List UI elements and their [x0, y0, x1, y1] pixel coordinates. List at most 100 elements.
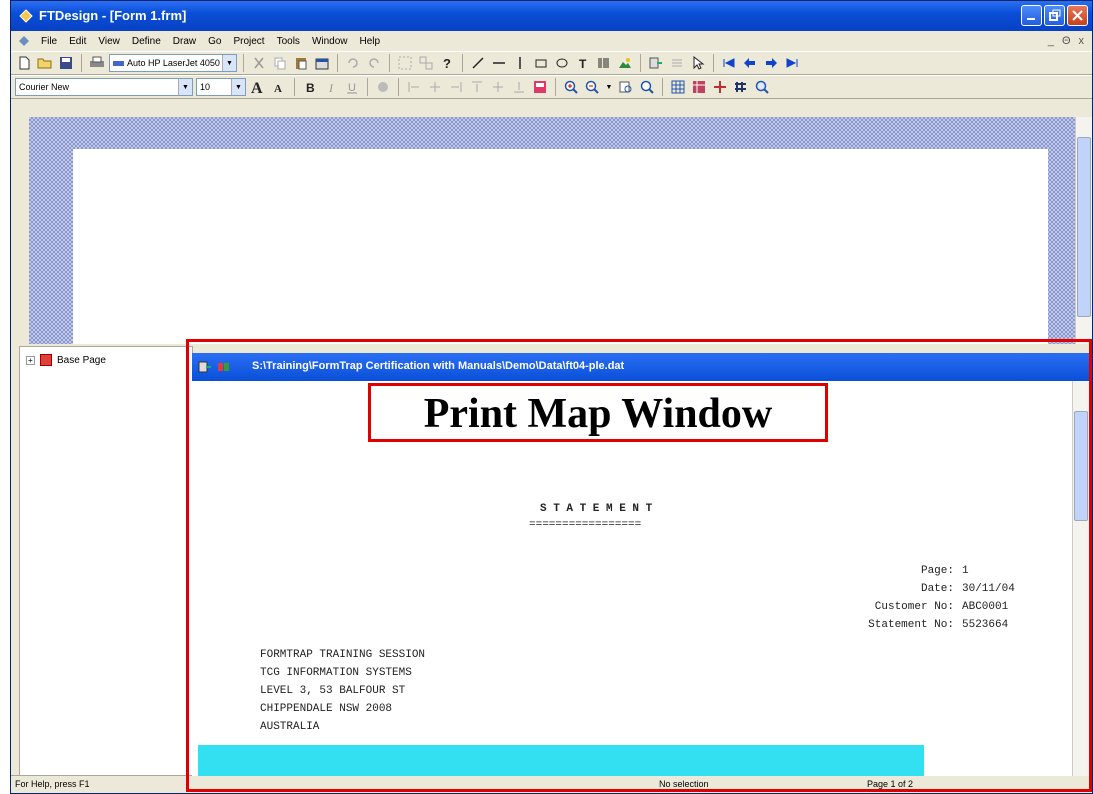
zoom-out-button[interactable] [583, 78, 601, 96]
align-right-button[interactable] [447, 78, 465, 96]
shrink-font-icon: A [274, 83, 282, 94]
help-button[interactable]: ? [438, 54, 456, 72]
design-scrollbar[interactable] [1075, 117, 1092, 344]
color-button[interactable] [374, 78, 392, 96]
mdi-restore-button[interactable]: Θ [1062, 35, 1071, 47]
align-button[interactable] [668, 54, 686, 72]
next-page-button[interactable] [762, 54, 780, 72]
zoom-in-button[interactable] [562, 78, 580, 96]
font-size-select[interactable]: 10 ▼ [196, 78, 246, 96]
design-canvas[interactable] [29, 117, 1080, 344]
svg-text:T: T [579, 57, 587, 70]
status-help-text: For Help, press F1 [15, 779, 90, 789]
font-select[interactable]: Courier New ▼ [15, 78, 193, 96]
document-icon[interactable] [17, 34, 31, 48]
format-toolbar: Courier New ▼ 10 ▼ A A B I U ▼ [11, 75, 1092, 99]
new-button[interactable] [15, 54, 33, 72]
menu-tools[interactable]: Tools [271, 36, 306, 47]
last-page-button[interactable] [783, 54, 801, 72]
zoom-page-button[interactable] [617, 78, 635, 96]
import-button[interactable] [647, 54, 665, 72]
ungroup-button[interactable] [417, 54, 435, 72]
horizontal-line-button[interactable] [490, 54, 508, 72]
italic-button[interactable]: I [322, 78, 340, 96]
menu-view[interactable]: View [92, 36, 126, 47]
copy-button[interactable] [271, 54, 289, 72]
menu-help[interactable]: Help [354, 36, 387, 47]
title-bar[interactable]: FTDesign - [Form 1.frm] [11, 1, 1092, 31]
align-middle-button[interactable] [489, 78, 507, 96]
scroll-thumb[interactable] [1077, 137, 1091, 317]
svg-text:U: U [348, 82, 356, 94]
redo-button[interactable] [365, 54, 383, 72]
select-pointer-button[interactable] [689, 54, 707, 72]
toolbar-separator [337, 54, 338, 72]
diagonal-line-button[interactable] [469, 54, 487, 72]
open-button[interactable] [36, 54, 54, 72]
menu-draw[interactable]: Draw [167, 36, 202, 47]
tree-item-label: Base Page [57, 354, 106, 366]
bold-button[interactable]: B [301, 78, 319, 96]
dot-grid-icon [735, 82, 746, 92]
fill-icon [534, 81, 546, 93]
first-page-button[interactable] [720, 54, 738, 72]
zoom-menu-button[interactable]: ▼ [604, 78, 614, 96]
new-file-icon [19, 56, 30, 70]
menu-go[interactable]: Go [202, 36, 227, 47]
highlight-frame [186, 339, 1092, 792]
text-button[interactable]: T [574, 54, 592, 72]
menu-define[interactable]: Define [126, 36, 167, 47]
last-page-icon [786, 58, 798, 68]
magnifier-button[interactable] [753, 78, 771, 96]
underline-button[interactable]: U [343, 78, 361, 96]
mdi-close-button[interactable]: x [1079, 35, 1085, 47]
minimize-button[interactable] [1021, 5, 1042, 26]
barcode-icon [598, 58, 609, 68]
expand-icon[interactable]: + [26, 355, 35, 365]
mdi-minimize-button[interactable]: _ [1048, 35, 1054, 47]
align-left-button[interactable] [405, 78, 423, 96]
zoom-fit-icon [640, 80, 654, 94]
menu-project[interactable]: Project [227, 36, 270, 47]
table-button[interactable] [690, 78, 708, 96]
undo-button[interactable] [344, 54, 362, 72]
svg-text:A: A [274, 83, 282, 94]
print-button[interactable] [88, 54, 106, 72]
cut-button[interactable] [250, 54, 268, 72]
underline-icon: U [347, 82, 357, 94]
paste-button[interactable] [292, 54, 310, 72]
menu-edit[interactable]: Edit [63, 36, 92, 47]
fill-button[interactable] [531, 78, 549, 96]
svg-text:I: I [328, 81, 334, 94]
cut-icon [254, 57, 264, 69]
design-page[interactable] [73, 149, 1048, 344]
menu-window[interactable]: Window [306, 36, 354, 47]
toolbar-separator [640, 54, 641, 72]
rectangle-button[interactable] [532, 54, 550, 72]
group-button[interactable] [396, 54, 414, 72]
barcode-button[interactable] [595, 54, 613, 72]
grid-button[interactable] [669, 78, 687, 96]
horizontal-line-icon [493, 62, 505, 64]
tree-item-base-page[interactable]: + Base Page [26, 354, 106, 366]
menu-file[interactable]: File [35, 36, 63, 47]
ellipse-button[interactable] [553, 54, 571, 72]
close-button[interactable] [1067, 5, 1088, 26]
properties-button[interactable] [313, 54, 331, 72]
align-top-button[interactable] [468, 78, 486, 96]
svg-text:A: A [251, 80, 263, 95]
dots-button[interactable] [732, 78, 750, 96]
snap-button[interactable] [711, 78, 729, 96]
shrink-font-button[interactable]: A [270, 78, 288, 96]
restore-button[interactable] [1044, 5, 1065, 26]
zoom-fit-button[interactable] [638, 78, 656, 96]
align-center-button[interactable] [426, 78, 444, 96]
image-button[interactable] [616, 54, 634, 72]
save-button[interactable] [57, 54, 75, 72]
vertical-line-button[interactable] [511, 54, 529, 72]
prev-page-button[interactable] [741, 54, 759, 72]
svg-text:?: ? [443, 56, 451, 70]
align-bottom-button[interactable] [510, 78, 528, 96]
grow-font-button[interactable]: A [249, 78, 267, 96]
printer-select[interactable]: Auto HP LaserJet 4050 P ▼ [109, 54, 237, 72]
